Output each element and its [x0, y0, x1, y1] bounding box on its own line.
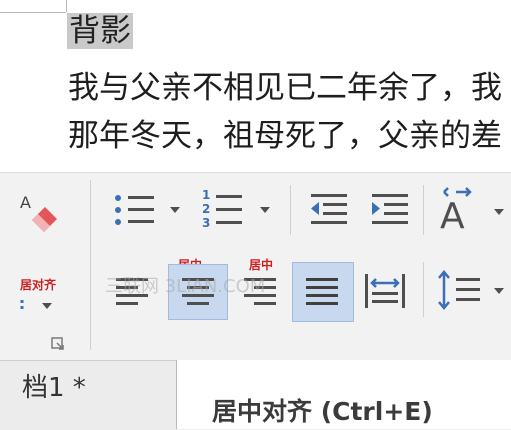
distributed-icon[interactable] — [362, 270, 408, 314]
label-center-2: 居中 — [249, 258, 274, 272]
ribbon-separator — [90, 180, 91, 350]
watermark: 三联网 3LIAN.COM — [105, 276, 266, 297]
ribbon-separator — [290, 185, 291, 235]
document-page[interactable]: 背影 我与父亲不相见已二年余了，我 那年冬天，祖母死了，父亲的差 — [0, 0, 511, 172]
document-text-line-2[interactable]: 那年冬天，祖母死了，父亲的差 — [68, 118, 502, 154]
ribbon-separator — [423, 262, 424, 317]
svg-text:1: 1 — [202, 188, 210, 202]
svg-text:A: A — [20, 193, 31, 212]
document-tab[interactable]: 档1 * — [22, 367, 86, 404]
ribbon-separator — [423, 185, 424, 235]
increase-indent-icon[interactable] — [368, 190, 412, 230]
line-spacing-icon[interactable] — [436, 268, 511, 314]
numbering-icon[interactable]: 1 2 3 — [200, 186, 282, 232]
bullets-icon[interactable] — [112, 190, 188, 230]
chevron-down-icon[interactable] — [18, 296, 58, 316]
dialog-launcher-icon[interactable] — [50, 336, 66, 352]
label-align-left-partial: 居对齐 — [20, 278, 57, 292]
svg-text:3: 3 — [202, 216, 210, 230]
margin-marker-horizontal — [0, 12, 66, 13]
text-style-icon[interactable]: A — [18, 190, 63, 235]
document-title-selected[interactable]: 背影 — [67, 13, 133, 49]
document-text-line-1[interactable]: 我与父亲不相见已二年余了，我 — [68, 70, 502, 106]
margin-marker-vertical — [66, 0, 67, 12]
tooltip-text: 居中对齐 (Ctrl+E) — [212, 397, 433, 426]
font-size-icon[interactable]: A — [436, 186, 511, 237]
decrease-indent-icon[interactable] — [307, 190, 351, 230]
svg-text:2: 2 — [202, 202, 210, 216]
justify-icon[interactable] — [302, 272, 342, 312]
svg-text:A: A — [440, 196, 465, 234]
